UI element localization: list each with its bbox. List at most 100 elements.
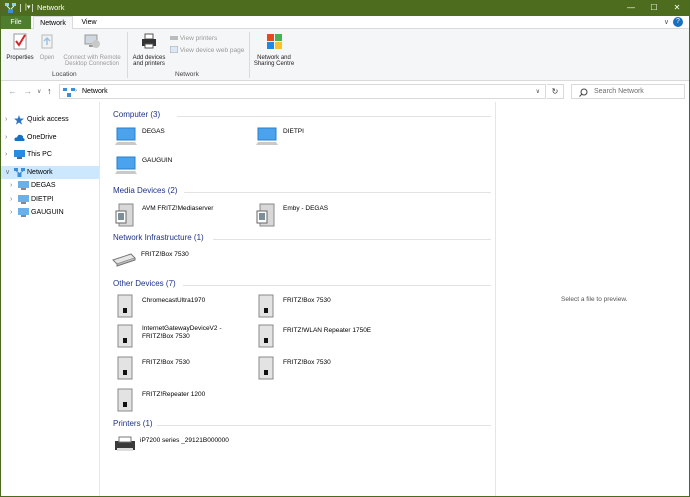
ribbon-tabs: File Network View ∨ ? xyxy=(1,16,689,30)
sidebar-item-label: DEGAS xyxy=(31,182,56,189)
tab-network[interactable]: Network xyxy=(33,16,73,30)
expand-icon[interactable]: › xyxy=(5,131,7,144)
printer-small-icon xyxy=(170,36,178,40)
sidebar-item-label: Quick access xyxy=(27,116,69,123)
location-group-label: Location xyxy=(52,71,77,78)
address-bar[interactable]: › Network ∨ xyxy=(59,84,546,99)
item-label: GAUGUIN xyxy=(142,157,173,164)
device-icon xyxy=(117,356,133,380)
tab-view[interactable]: View xyxy=(75,16,103,29)
minimize-button[interactable]: — xyxy=(620,0,642,16)
list-item[interactable]: DEGAS xyxy=(115,126,235,148)
item-label-line-1: InternetGatewayDeviceV2 - xyxy=(142,325,222,332)
open-label: Open xyxy=(39,54,55,61)
refresh-button[interactable]: ↻ xyxy=(547,84,564,99)
expand-icon[interactable]: › xyxy=(10,193,12,206)
list-item[interactable]: AVM FRITZ!Mediaserver xyxy=(115,202,245,228)
group-header-network-infrastructure[interactable]: Network Infrastructure (1) xyxy=(113,233,204,242)
network-icon xyxy=(63,88,75,97)
network-sharing-icon xyxy=(267,34,282,49)
recent-locations-button[interactable]: ∨ xyxy=(37,88,41,95)
list-item[interactable]: FRITZ!Box 7530 xyxy=(256,356,386,380)
group-header-media-devices[interactable]: Media Devices (2) xyxy=(113,186,177,195)
connect-remote-desktop-button[interactable]: Connect with Remote Desktop Connection xyxy=(59,32,125,68)
network-group-label: Network xyxy=(175,71,199,78)
media-server-icon xyxy=(115,203,134,227)
ribbon-expand-icon[interactable]: ∨ xyxy=(664,18,669,26)
quick-access-toolbar-dropdown[interactable]: |▾ xyxy=(25,3,30,11)
item-label: FRITZ!Box 7530 xyxy=(283,297,331,304)
sidebar-item-dietpi[interactable]: › DIETPI xyxy=(1,193,99,206)
sidebar-item-gauguin[interactable]: › GAUGUIN xyxy=(1,206,99,219)
list-item[interactable]: FRITZ!Repeater 1200 xyxy=(115,388,245,412)
open-button[interactable]: Open xyxy=(37,32,57,61)
list-item[interactable]: DIETPI xyxy=(256,126,376,148)
list-item[interactable]: GAUGUIN xyxy=(115,155,235,177)
group-header-computer[interactable]: Computer (3) xyxy=(113,110,160,119)
computer-icon xyxy=(14,150,25,159)
sidebar-item-network[interactable]: ∨ Network xyxy=(1,166,99,179)
connect-remote-label-2: Desktop Connection xyxy=(64,61,120,67)
network-sharing-label-2: Sharing Centre xyxy=(253,61,295,67)
search-icon xyxy=(579,88,588,97)
group-header-printers[interactable]: Printers (1) xyxy=(113,419,153,428)
view-printers-label: View printers xyxy=(179,35,218,42)
view-device-web-page-label: View device web page xyxy=(179,47,245,54)
list-item[interactable]: FRITZ!Box 7530 xyxy=(256,294,386,318)
item-label: Emby - DEGAS xyxy=(283,205,329,212)
computer-icon xyxy=(115,156,137,174)
breadcrumb[interactable]: Network xyxy=(82,88,108,95)
up-button[interactable]: ↑ xyxy=(47,86,52,96)
preview-pane: Select a file to preview. xyxy=(495,102,689,496)
ribbon-separator xyxy=(249,32,250,78)
item-label: FRITZ!WLAN Repeater 1750E xyxy=(283,327,372,334)
close-button[interactable]: ✕ xyxy=(666,0,688,16)
list-item[interactable]: FRITZ!Box 7530 xyxy=(111,250,241,270)
back-button[interactable]: ← xyxy=(8,86,17,96)
item-label: FRITZ!Box 7530 xyxy=(141,251,189,258)
address-dropdown-button[interactable]: ∨ xyxy=(536,88,540,95)
forward-button[interactable]: → xyxy=(23,86,32,96)
sidebar-item-this-pc[interactable]: › This PC xyxy=(1,148,99,161)
list-item[interactable]: ChromecastUltra1970 xyxy=(115,294,245,318)
item-label: DIETPI xyxy=(283,128,304,135)
media-server-icon xyxy=(256,203,275,227)
expand-icon[interactable]: › xyxy=(5,148,7,161)
device-icon xyxy=(258,324,274,348)
add-devices-button[interactable]: Add devices and printers xyxy=(129,32,169,68)
search-input[interactable]: Search Network xyxy=(571,84,685,99)
group-header-other-devices[interactable]: Other Devices (7) xyxy=(113,279,176,288)
device-icon xyxy=(258,356,274,380)
view-device-web-page-button[interactable]: View device web page xyxy=(169,45,245,54)
maximize-button[interactable]: ☐ xyxy=(643,0,665,16)
properties-button[interactable]: Properties xyxy=(5,32,35,61)
list-item[interactable]: iP7200 series _29121B000000 xyxy=(113,435,273,455)
sidebar-item-quick-access[interactable]: › Quick access xyxy=(1,113,99,126)
network-icon xyxy=(5,3,16,13)
list-item[interactable]: InternetGatewayDeviceV2 - FRITZ!Box 7530 xyxy=(115,324,245,348)
item-label: DEGAS xyxy=(142,128,165,135)
view-printers-button[interactable]: View printers xyxy=(170,34,217,42)
list-item[interactable]: FRITZ!Box 7530 xyxy=(115,356,245,380)
navigation-pane: › Quick access › OneDrive › This PC ∨ Ne… xyxy=(1,102,100,496)
item-label: AVM FRITZ!Mediaserver xyxy=(142,205,214,212)
device-icon xyxy=(117,324,133,348)
list-item[interactable]: Emby - DEGAS xyxy=(256,202,386,228)
sidebar-item-label: DIETPI xyxy=(31,196,54,203)
list-item[interactable]: FRITZ!WLAN Repeater 1750E xyxy=(256,324,386,348)
item-label: ChromecastUltra1970 xyxy=(142,297,206,304)
expand-icon[interactable]: › xyxy=(10,179,12,192)
sidebar-item-degas[interactable]: › DEGAS xyxy=(1,179,99,192)
collapse-icon[interactable]: ∨ xyxy=(5,166,10,179)
properties-label: Properties xyxy=(6,54,34,61)
sidebar-item-label: GAUGUIN xyxy=(31,209,64,216)
expand-icon[interactable]: › xyxy=(5,113,7,126)
help-icon[interactable]: ? xyxy=(673,17,683,27)
group-divider xyxy=(183,285,491,286)
ribbon-separator xyxy=(127,32,128,78)
sidebar-item-onedrive[interactable]: › OneDrive xyxy=(1,131,99,144)
tab-file[interactable]: File xyxy=(1,16,31,29)
expand-icon[interactable]: › xyxy=(10,206,12,219)
network-sharing-centre-button[interactable]: Network and Sharing Centre xyxy=(251,32,297,68)
item-label: FRITZ!Box 7530 xyxy=(142,359,190,366)
